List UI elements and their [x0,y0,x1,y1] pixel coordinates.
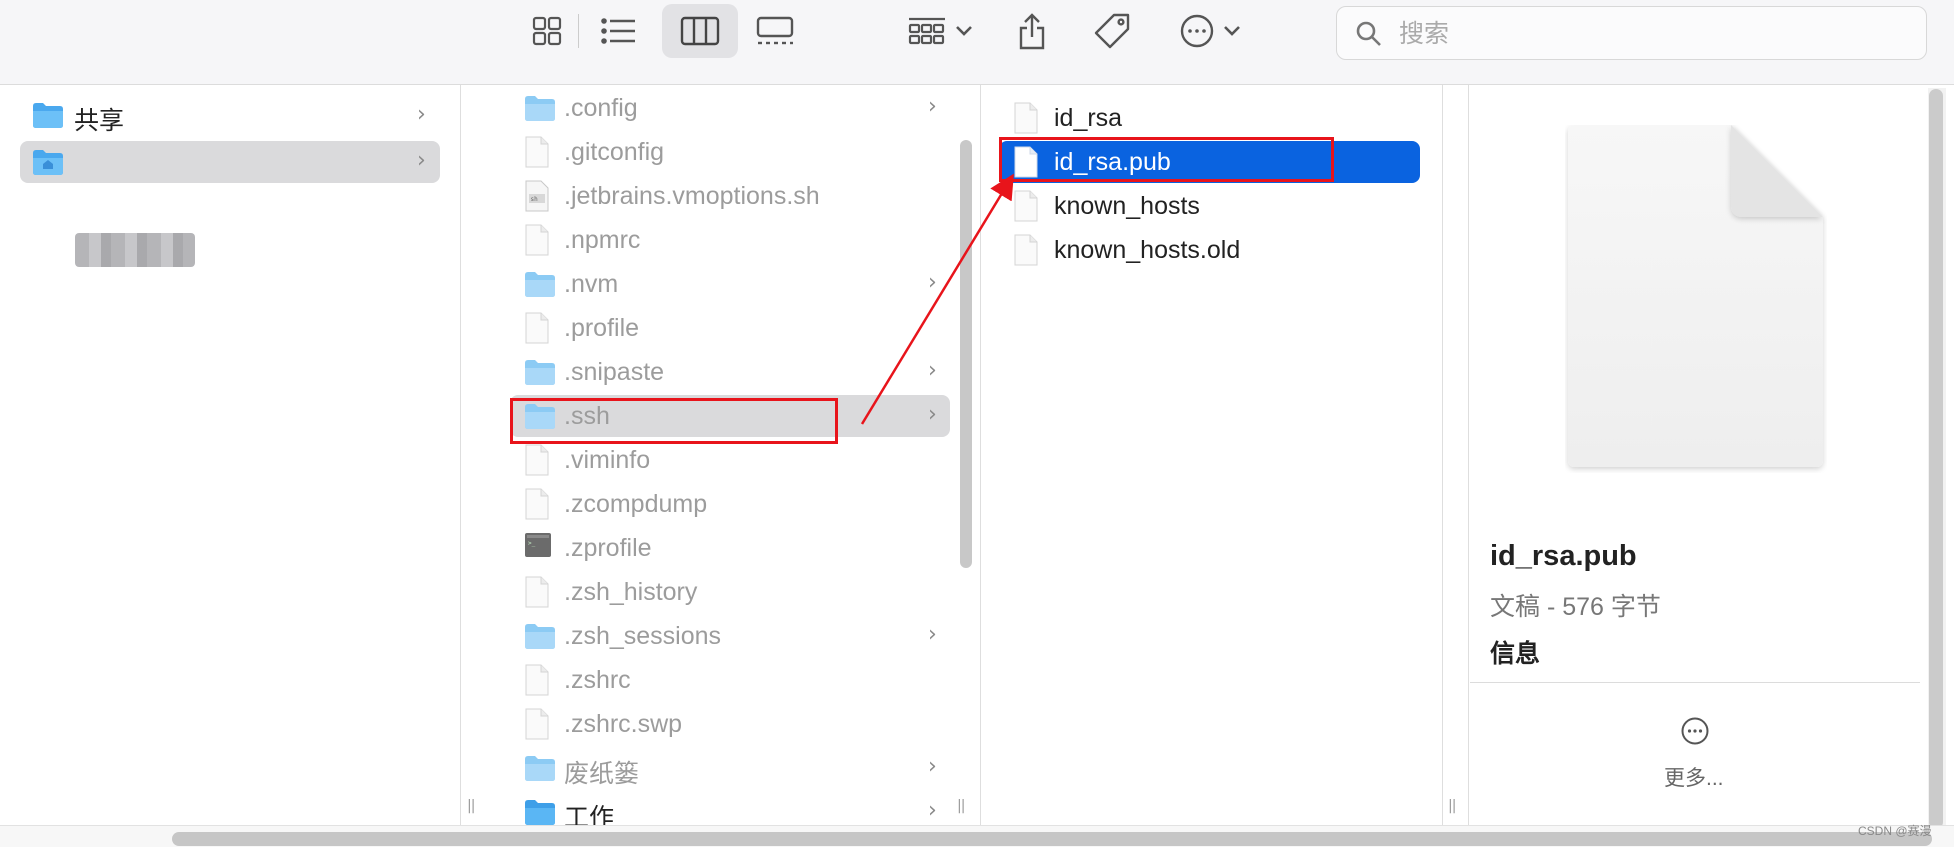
annotation-arrow [860,173,1014,425]
watermark: CSDN @赛漫 [1858,824,1932,838]
